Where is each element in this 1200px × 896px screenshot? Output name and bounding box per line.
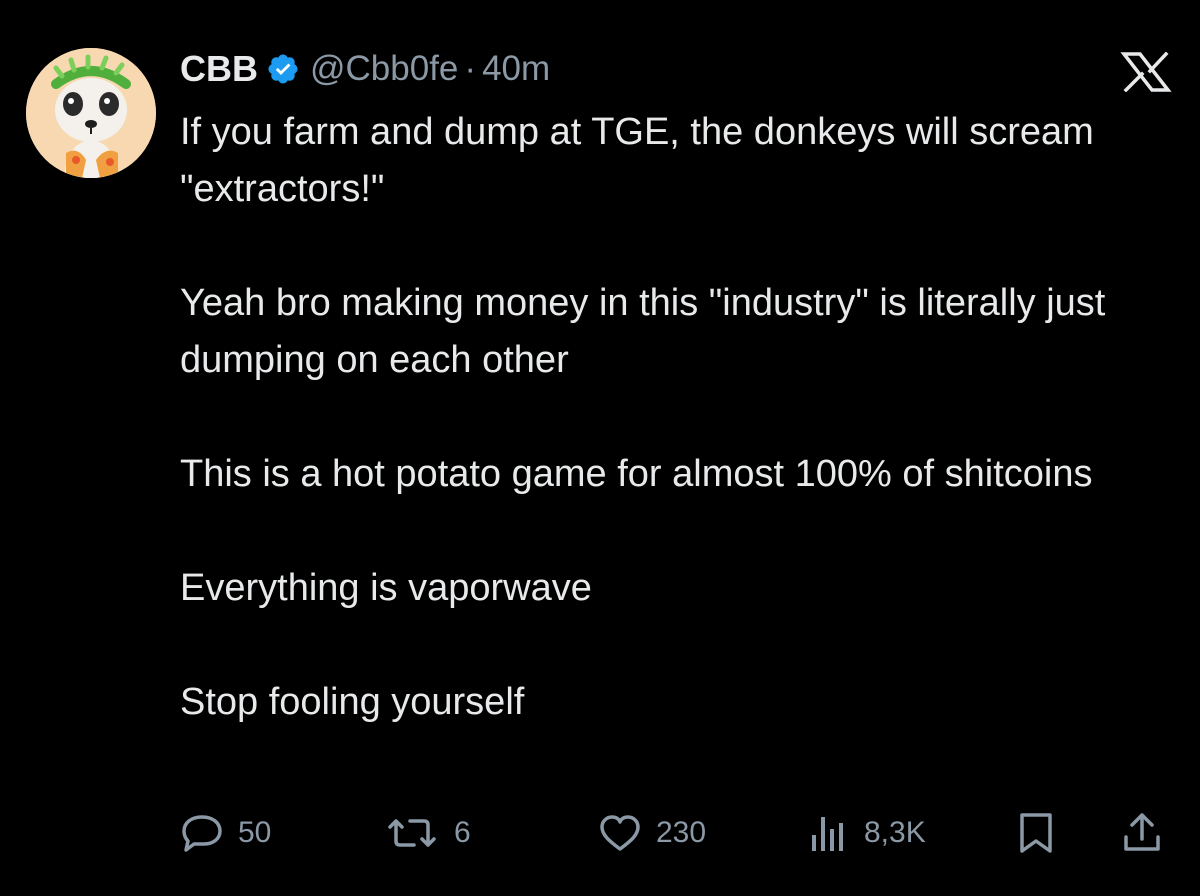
avatar-image (26, 48, 156, 178)
analytics-icon (812, 817, 843, 851)
tweet-paragraph: Yeah bro making money in this "industry"… (180, 282, 1106, 381)
views-count: 8,3K (864, 816, 926, 849)
bookmark-icon (1020, 813, 1052, 853)
x-logo-icon (1120, 51, 1172, 93)
share-icon (1124, 813, 1160, 851)
views-button[interactable]: 8,3K (806, 808, 926, 858)
reply-icon (182, 815, 222, 852)
bookmark-button[interactable] (1014, 808, 1058, 858)
tweet-card: CBB @Cbb0fe · 40m If you farm and dump a… (0, 0, 1200, 896)
action-bar: 50 6 230 8,3K (180, 808, 1180, 858)
author-name[interactable]: CBB (180, 48, 258, 90)
share-button[interactable] (1120, 808, 1164, 858)
verified-badge-icon (266, 52, 300, 86)
timestamp[interactable]: 40m (482, 49, 550, 89)
tweet-header: CBB @Cbb0fe · 40m (180, 44, 550, 94)
tweet-paragraph: This is a hot potato game for almost 100… (180, 453, 1093, 495)
heart-icon (600, 815, 640, 851)
tweet-paragraph: Stop fooling yourself (180, 681, 525, 723)
repost-count: 6 (454, 816, 471, 849)
like-count: 230 (656, 816, 707, 849)
separator-dot: · (464, 49, 477, 88)
avatar[interactable] (26, 48, 156, 178)
reply-count: 50 (238, 816, 272, 849)
like-button[interactable]: 230 (598, 808, 706, 858)
reply-button[interactable]: 50 (180, 808, 271, 858)
author-handle[interactable]: @Cbb0fe (310, 49, 458, 89)
tweet-paragraph: If you farm and dump at TGE, the donkeys… (180, 111, 1094, 210)
repost-button[interactable]: 6 (384, 808, 471, 858)
tweet-paragraph: Everything is vaporwave (180, 567, 592, 609)
tweet-text: If you farm and dump at TGE, the donkeys… (180, 104, 1160, 731)
repost-icon (388, 819, 436, 847)
